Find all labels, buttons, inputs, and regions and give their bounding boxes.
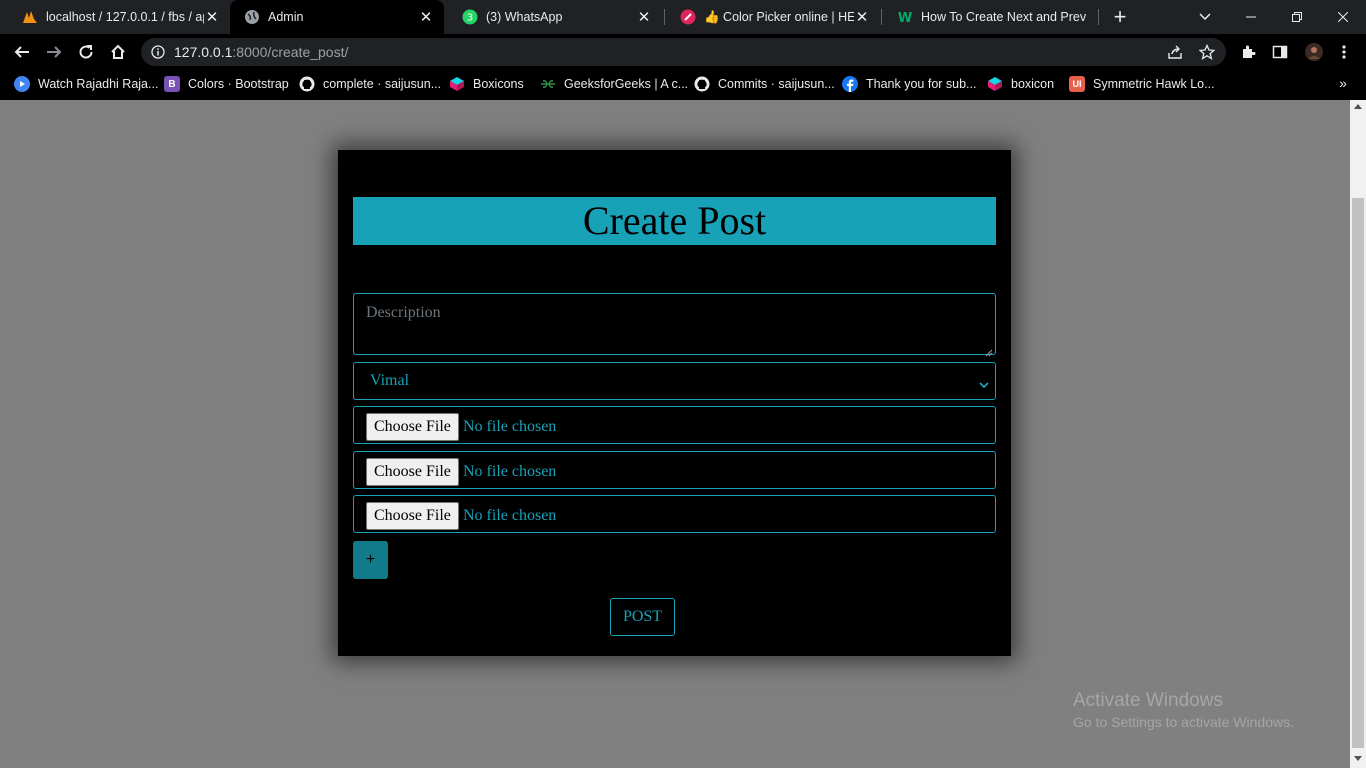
globe-icon <box>244 9 260 25</box>
tab-divider <box>1098 9 1099 25</box>
new-tab-button[interactable]: + <box>1106 3 1134 31</box>
bookmark-label: Thank you for sub... <box>866 77 977 91</box>
tab-divider <box>664 9 665 25</box>
github-icon <box>299 76 315 92</box>
choose-file-button[interactable]: Choose File <box>366 458 459 486</box>
whatsapp-icon: 3 <box>462 9 478 25</box>
side-panel-icon[interactable] <box>1266 38 1294 66</box>
tab-strip: localhost / 127.0.0.1 / fbs / ap ✕ Admin… <box>0 0 1366 34</box>
tab-title: localhost / 127.0.0.1 / fbs / ap <box>46 10 204 24</box>
tab-color-picker[interactable]: 👍 Color Picker online | HEX ✕ <box>666 0 880 34</box>
description-textarea[interactable]: Description <box>353 293 996 357</box>
bookmark-label: Symmetric Hawk Lo... <box>1093 77 1215 91</box>
post-button[interactable]: POST <box>610 598 675 636</box>
site-info-icon[interactable] <box>151 45 165 64</box>
bookmark-label: Watch Rajadhi Raja... <box>38 77 159 91</box>
activate-subtitle: Go to Settings to activate Windows. <box>1073 714 1294 730</box>
file-status: No file chosen <box>463 463 557 480</box>
bookmark-label: Commits · saijusun... <box>718 77 835 91</box>
tab-title: Admin <box>268 10 304 24</box>
boxicons-icon <box>987 76 1003 92</box>
url-host: 127.0.0.1 <box>174 44 233 60</box>
tab-title: 👍 Color Picker online | HEX <box>704 9 854 24</box>
restore-button[interactable] <box>1274 0 1320 34</box>
bookmark-boxicon[interactable]: boxicon <box>987 70 1054 98</box>
add-file-button[interactable]: + <box>353 541 388 579</box>
page-title: Create Post <box>353 197 996 245</box>
bookmarks-bar: Watch Rajadhi Raja... B Colors · Bootstr… <box>0 70 1366 100</box>
tab-title: (3) WhatsApp <box>486 10 563 24</box>
back-button[interactable] <box>8 38 36 66</box>
boxicons-icon <box>449 76 465 92</box>
tab-admin[interactable]: Admin ✕ <box>230 0 444 34</box>
bookmark-github-commits[interactable]: Commits · saijusun... <box>694 70 835 98</box>
choose-file-button[interactable]: Choose File <box>366 502 459 530</box>
bookmark-label: complete · saijusun... <box>323 77 442 91</box>
activate-windows-watermark: Activate Windows Go to Settings to activ… <box>1073 690 1294 730</box>
home-button[interactable] <box>104 38 132 66</box>
tab-whatsapp[interactable]: 3 (3) WhatsApp ✕ <box>448 0 662 34</box>
bookmark-uiverse[interactable]: UI Symmetric Hawk Lo... <box>1069 70 1215 98</box>
chevron-right-icon[interactable]: » <box>1334 75 1352 93</box>
bookmark-star-icon[interactable] <box>1198 43 1216 61</box>
scroll-down-icon[interactable] <box>1354 756 1362 761</box>
geeksforgeeks-icon <box>540 76 556 92</box>
tab-search-icon[interactable] <box>1182 0 1228 34</box>
scroll-up-icon[interactable] <box>1354 104 1362 109</box>
chevron-down-icon <box>979 376 989 394</box>
resize-handle-icon[interactable] <box>985 344 993 357</box>
close-window-button[interactable] <box>1320 0 1366 34</box>
file-status: No file chosen <box>463 507 557 524</box>
color-picker-icon <box>680 9 696 25</box>
selected-option: Vimal <box>370 372 410 389</box>
address-bar[interactable]: 127.0.0.1:8000/create_post/ <box>141 38 1226 66</box>
close-icon[interactable]: ✕ <box>854 8 870 26</box>
bookmark-geeksforgeeks[interactable]: GeeksforGeeks | A c... <box>540 70 688 98</box>
tab-w3schools[interactable]: W How To Create Next and Prev <box>883 0 1097 34</box>
bookmark-bootstrap[interactable]: B Colors · Bootstrap <box>164 70 289 98</box>
phpmyadmin-icon <box>22 9 38 25</box>
play-icon <box>14 76 30 92</box>
tab-title: How To Create Next and Prev <box>921 10 1087 24</box>
file-status: No file chosen <box>463 418 557 435</box>
activate-title: Activate Windows <box>1073 690 1223 711</box>
forward-button[interactable] <box>40 38 68 66</box>
bookmark-github-complete[interactable]: complete · saijusun... <box>299 70 441 98</box>
create-post-card: Create Post Description Vimal Choose Fil… <box>338 150 1011 656</box>
scrollbar-thumb[interactable] <box>1352 198 1364 748</box>
close-icon[interactable]: ✕ <box>636 8 652 26</box>
tab-phpmyadmin[interactable]: localhost / 127.0.0.1 / fbs / ap ✕ <box>8 0 230 34</box>
bookmark-label: boxicon <box>1011 77 1055 91</box>
w3-icon: W <box>897 9 913 25</box>
svg-text:W: W <box>898 11 912 25</box>
profile-avatar[interactable] <box>1300 38 1328 66</box>
bookmark-boxicons[interactable]: Boxicons <box>449 70 524 98</box>
bookmark-label: GeeksforGeeks | A c... <box>564 77 689 91</box>
uiverse-icon: UI <box>1069 76 1085 92</box>
menu-kebab-icon[interactable] <box>1330 38 1358 66</box>
facebook-icon <box>842 76 858 92</box>
url-path: :8000/create_post/ <box>232 44 349 60</box>
minimize-button[interactable] <box>1228 0 1274 34</box>
tab-divider <box>881 9 882 25</box>
close-icon[interactable]: ✕ <box>418 8 434 26</box>
close-icon[interactable]: ✕ <box>204 8 220 26</box>
file-input-1[interactable]: Choose File No file chosen <box>353 406 996 444</box>
url-text: 127.0.0.1:8000/create_post/ <box>174 44 348 60</box>
share-icon[interactable] <box>1166 43 1184 61</box>
bookmark-label: Boxicons <box>473 77 524 91</box>
user-select[interactable]: Vimal <box>353 362 996 400</box>
whatsapp-badge: 3 <box>467 13 473 24</box>
bookmark-facebook[interactable]: Thank you for sub... <box>842 70 976 98</box>
description-placeholder: Description <box>366 304 441 321</box>
file-input-3[interactable]: Choose File No file chosen <box>353 495 996 533</box>
reload-button[interactable] <box>72 38 100 66</box>
bookmark-label: Colors · Bootstrap <box>188 77 289 91</box>
choose-file-button[interactable]: Choose File <box>366 413 459 441</box>
bootstrap-icon: B <box>164 76 180 92</box>
github-icon <box>694 76 710 92</box>
file-input-2[interactable]: Choose File No file chosen <box>353 451 996 489</box>
bookmark-watch[interactable]: Watch Rajadhi Raja... <box>14 70 158 98</box>
extensions-icon[interactable] <box>1234 38 1262 66</box>
